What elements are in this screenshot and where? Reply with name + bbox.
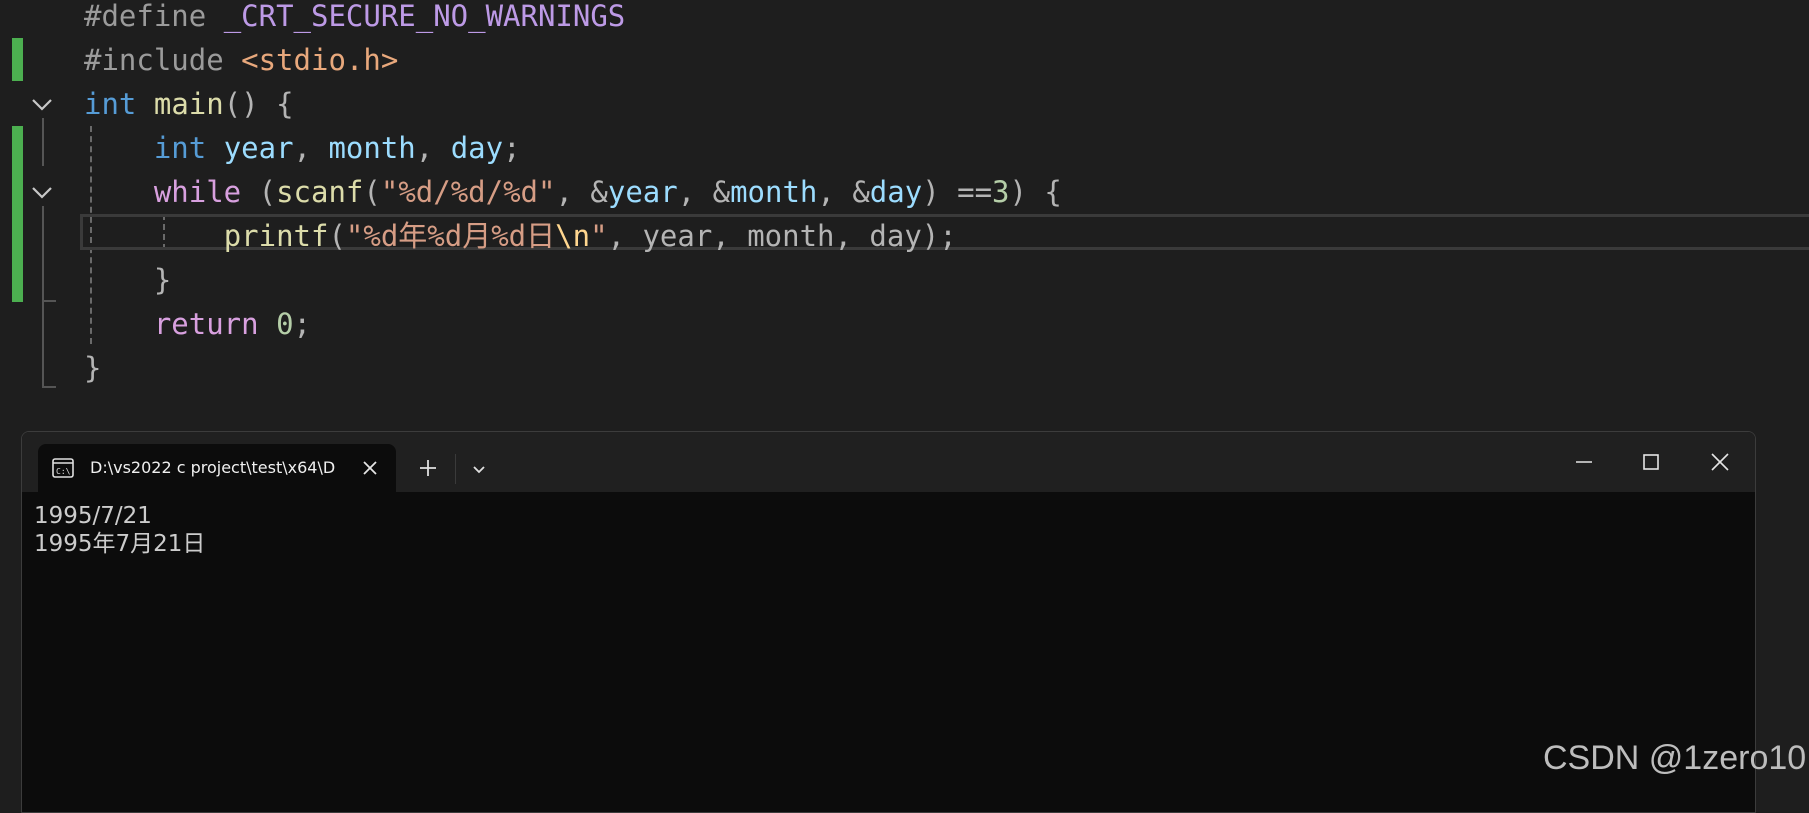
code-token: return [153,307,259,341]
code-token: ( [363,175,381,209]
code-token: 3 [992,175,1010,209]
code-token: while [153,175,242,209]
code-token: , [293,131,329,165]
code-token: " [590,219,608,253]
terminal-tab[interactable]: C:\ D:\vs2022 c project\test\x64\D [38,444,396,492]
minimize-icon[interactable] [1572,450,1596,474]
code-token: } [84,263,172,297]
code-token: "%d/%d/%d" [380,175,556,209]
code-token: month [730,175,818,209]
code-line: } [84,258,171,302]
code-token: ) == [922,175,993,209]
code-token: \n [555,219,591,253]
code-token: () { [223,87,294,121]
terminal-output[interactable]: 1995/7/21 1995年7月21日 [34,502,205,558]
terminal-line: 1995/7/21 [34,503,152,529]
code-token: 0 [276,307,294,341]
fold-range-end [42,300,56,302]
code-token: year [223,131,294,165]
code-token: year [607,175,678,209]
terminal-window[interactable]: C:\ D:\vs2022 c project\test\x64\D 1995/… [21,431,1756,813]
code-line: while (scanf("%d/%d/%d", &year, &month, … [84,170,1062,214]
svg-text:C:\: C:\ [56,467,71,476]
chevron-down-icon[interactable] [30,180,54,204]
code-token: _CRT_SECURE_NO_WARNINGS [223,0,626,33]
code-line: #include <stdio.h> [84,38,398,82]
code-token: ; [293,307,312,341]
code-token: , [415,131,451,165]
close-icon[interactable] [1708,450,1732,474]
code-token: , & [677,175,731,209]
code-line: } [84,346,101,390]
plus-icon[interactable] [418,458,438,478]
code-token: day [450,131,504,165]
code-token: printf [223,219,329,253]
terminal-titlebar[interactable]: C:\ D:\vs2022 c project\test\x64\D [22,432,1755,492]
code-token: <stdio.h> [241,43,399,77]
code-token: , year, month, day); [607,219,957,253]
code-token: , & [817,175,870,209]
maximize-icon[interactable] [1639,450,1663,474]
code-token: main [153,87,224,121]
code-token: #define [84,0,224,33]
chevron-down-icon[interactable] [470,460,488,478]
divider [455,454,456,484]
code-token: month [328,131,416,165]
fold-range-line [42,118,44,166]
code-line: #define _CRT_SECURE_NO_WARNINGS [84,0,625,38]
chevron-down-icon[interactable] [30,92,54,116]
code-editor[interactable]: #define _CRT_SECURE_NO_WARNINGS #include… [0,0,1809,430]
code-token: scanf [276,175,364,209]
change-marker [12,38,23,81]
terminal-icon: C:\ [52,458,74,478]
fold-range-line [42,302,44,388]
code-token: int [84,87,137,121]
code-line: int main() { [84,82,294,126]
code-token: day [869,175,923,209]
code-token: int [153,131,207,165]
code-line: printf("%d年%d月%d日\n", year, month, day); [84,214,957,258]
code-token: #include [84,43,242,77]
code-line: int year, month, day; [84,126,521,170]
code-token: ( [328,219,346,253]
code-token: "%d年%d月%d日 [345,219,556,253]
code-line: return 0; [84,302,311,346]
change-marker [12,126,23,302]
terminal-line: 1995年7月21日 [34,531,206,557]
code-token: ; [503,131,521,165]
code-token: ( [241,175,277,209]
tab-title: D:\vs2022 c project\test\x64\D [90,458,336,477]
watermark: CSDN @1zero10 [1543,739,1807,777]
close-icon[interactable] [360,458,380,478]
code-token: ) { [1009,175,1062,209]
fold-range-line [42,206,44,302]
code-token: , & [555,175,608,209]
fold-range-end [42,386,56,388]
code-token: } [84,351,102,385]
